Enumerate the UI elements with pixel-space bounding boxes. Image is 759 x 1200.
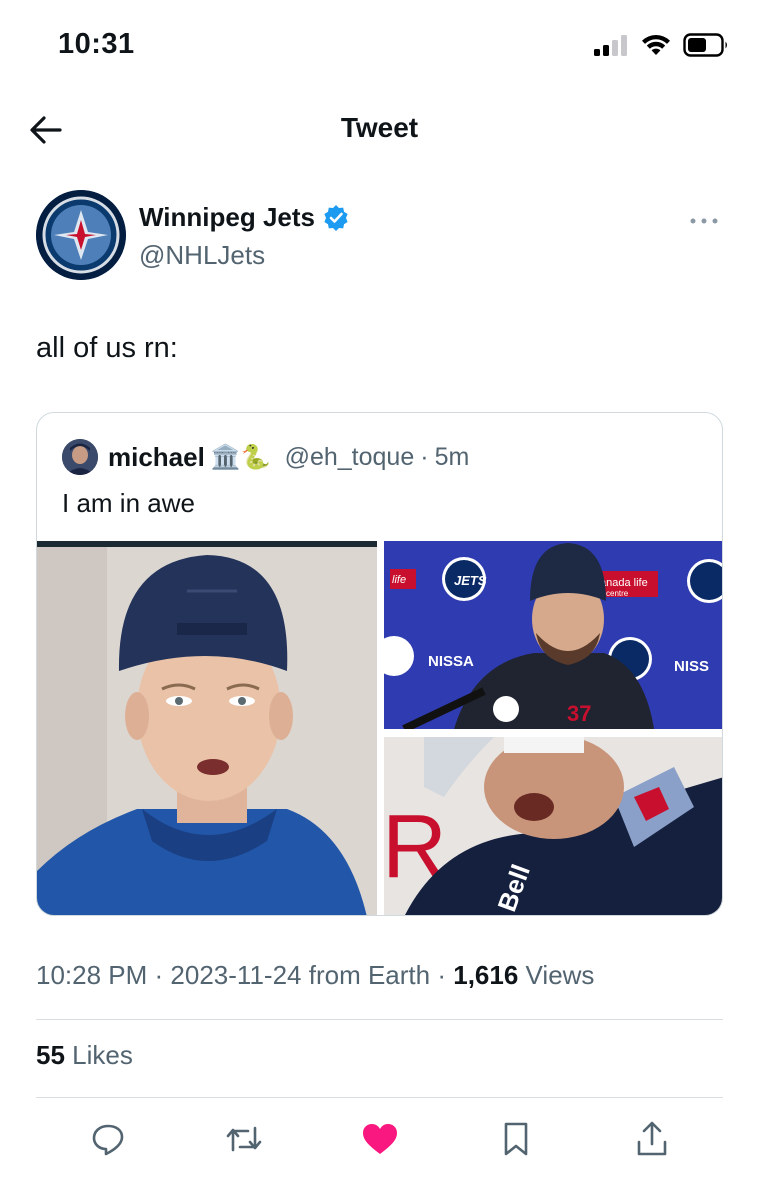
likes-label: Likes	[72, 1040, 133, 1070]
tweet-source: from Earth	[308, 960, 431, 990]
heart-icon	[363, 1124, 397, 1154]
divider	[36, 1019, 723, 1020]
views-count: 1,616	[453, 960, 519, 990]
tweet-time: 10:28 PM	[36, 960, 148, 990]
photo-press-conference: JETS life NISSA NISS anada life centre 3…	[384, 541, 722, 729]
quote-author-handle: @eh_toque	[284, 442, 415, 471]
avatar[interactable]	[36, 190, 126, 280]
tweet-date: 2023-11-24	[170, 960, 302, 990]
quote-avatar-photo	[62, 439, 98, 475]
quote-avatar	[62, 439, 98, 475]
status-bar: 10:31	[0, 0, 759, 90]
photo-sponsor-1: life	[392, 574, 406, 586]
quote-time: 5m	[434, 442, 470, 471]
media-photo-2[interactable]: JETS life NISSA NISS anada life centre 3…	[384, 541, 722, 729]
page-title: Tweet	[340, 112, 419, 143]
views-label: Views	[525, 960, 595, 990]
media-photo-3[interactable]: R Bell	[384, 737, 722, 915]
tweet-meta: 10:28 PM · 2023-11-24 from Earth · 1,616…	[36, 960, 594, 991]
battery-icon	[683, 33, 727, 57]
quote-dot-separator: ·	[420, 442, 429, 471]
share-icon	[637, 1121, 667, 1156]
photo-man-in-cap	[37, 541, 377, 915]
photo-sponsor-5: centre	[606, 589, 629, 598]
photo-jersey-number: 37	[567, 701, 591, 726]
more-button[interactable]	[688, 206, 720, 232]
meta-separator: ·	[154, 960, 171, 990]
like-button[interactable]	[356, 1115, 404, 1163]
photo-sponsor-3: NISS	[674, 658, 709, 675]
photo-logo-text: JETS	[454, 573, 487, 588]
signal-icon	[594, 35, 627, 56]
quote-header: michael 🏛️🐍 @eh_toque · 5m	[62, 439, 469, 475]
author-handle[interactable]: @NHLJets	[139, 240, 265, 271]
status-icons	[593, 33, 729, 57]
more-icon	[690, 218, 718, 224]
reply-icon	[92, 1124, 124, 1156]
author-name[interactable]: Winnipeg Jets	[139, 202, 315, 233]
retweet-button[interactable]	[220, 1115, 268, 1163]
photo-sponsor-2: NISSA	[428, 653, 474, 670]
likes-count-row[interactable]: 55 Likes	[36, 1040, 133, 1071]
bookmark-icon	[504, 1122, 528, 1156]
likes-count: 55	[36, 1040, 65, 1070]
photo-sponsor-4: anada life	[600, 577, 648, 589]
tweet-text: all of us rn:	[36, 332, 178, 364]
jets-logo-icon	[36, 190, 126, 280]
photo-player-closeup: R Bell	[384, 737, 722, 915]
media-grid: JETS life NISSA NISS anada life centre 3…	[37, 541, 722, 915]
nav-bar: Tweet	[0, 100, 759, 160]
quote-tweet[interactable]: michael 🏛️🐍 @eh_toque · 5m I am in awe J…	[36, 412, 723, 916]
status-time: 10:31	[58, 28, 135, 60]
wifi-icon	[642, 35, 670, 55]
media-photo-1[interactable]	[37, 541, 377, 915]
quote-text: I am in awe	[62, 488, 195, 518]
action-bar	[36, 1115, 723, 1165]
divider	[36, 1097, 723, 1098]
author-name-row: Winnipeg Jets	[139, 202, 349, 233]
meta-separator: ·	[437, 960, 454, 990]
tweet-author: Winnipeg Jets @NHLJets	[36, 190, 726, 290]
reply-button[interactable]	[84, 1115, 132, 1163]
quote-name-emoji: 🏛️🐍	[210, 443, 271, 471]
verified-badge-icon	[324, 204, 348, 231]
share-button[interactable]	[628, 1115, 676, 1163]
bookmark-button[interactable]	[492, 1115, 540, 1163]
quote-author-name: michael	[108, 441, 205, 472]
retweet-icon	[226, 1126, 262, 1152]
